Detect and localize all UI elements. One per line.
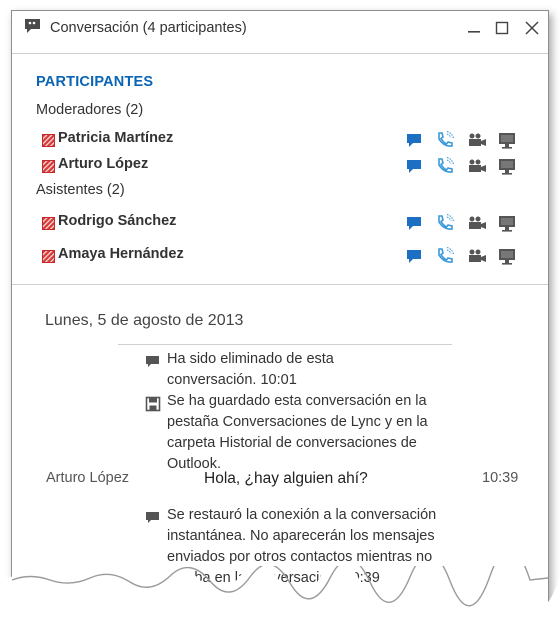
message-sender[interactable]: Arturo López bbox=[46, 470, 129, 486]
chat-icon[interactable] bbox=[405, 246, 425, 266]
chat-icon[interactable] bbox=[405, 156, 425, 176]
conversation-history: Lunes, 5 de agosto de 2013 Ha sido elimi… bbox=[12, 284, 548, 611]
close-button[interactable] bbox=[523, 19, 541, 37]
participant-actions bbox=[405, 130, 520, 150]
phone-icon[interactable] bbox=[435, 246, 455, 266]
chat-icon[interactable] bbox=[405, 213, 425, 233]
phone-icon[interactable] bbox=[435, 156, 455, 176]
chat-icon bbox=[145, 510, 161, 526]
message-line: pestaña Conversaciones de Lync y en la bbox=[167, 414, 428, 430]
save-icon bbox=[145, 396, 161, 412]
video-camera-icon[interactable] bbox=[467, 246, 487, 266]
maximize-button[interactable] bbox=[493, 19, 511, 37]
monitor-icon[interactable] bbox=[497, 246, 517, 266]
participant-actions bbox=[405, 156, 520, 176]
monitor-icon[interactable] bbox=[497, 130, 517, 150]
message-line: enviados por otros contactos mientras no bbox=[167, 549, 433, 565]
message-line: Se ha guardado esta conversación en la bbox=[167, 393, 427, 409]
message-line: Ha sido eliminado de esta bbox=[167, 351, 334, 367]
conversation-window: Conversación (4 participantes) PARTICIPA… bbox=[11, 10, 549, 612]
divider bbox=[118, 344, 452, 345]
video-camera-icon[interactable] bbox=[467, 130, 487, 150]
minimize-button[interactable] bbox=[465, 19, 483, 37]
participant-name: Rodrigo Sánchez bbox=[58, 213, 177, 229]
presence-icon bbox=[42, 250, 55, 263]
participant-name: Amaya Hernández bbox=[58, 246, 184, 262]
monitor-icon[interactable] bbox=[497, 156, 517, 176]
participant-name: Arturo López bbox=[58, 156, 149, 172]
chat-message-text: Hola, ¿hay alguien ahí? bbox=[204, 470, 368, 487]
video-camera-icon[interactable] bbox=[467, 213, 487, 233]
phone-icon[interactable] bbox=[435, 130, 455, 150]
participants-heading: PARTICIPANTES bbox=[36, 74, 154, 90]
moderators-label: Moderadores (2) bbox=[36, 102, 144, 118]
attendees-label: Asistentes (2) bbox=[36, 182, 125, 198]
presence-icon bbox=[42, 160, 55, 173]
window-title: Conversación (4 participantes) bbox=[50, 20, 247, 36]
participant-name: Patricia Martínez bbox=[58, 130, 174, 146]
message-line: carpeta Historial de conversaciones de bbox=[167, 435, 417, 451]
chat-icon[interactable] bbox=[405, 130, 425, 150]
video-camera-icon[interactable] bbox=[467, 156, 487, 176]
title-bar: Conversación (4 participantes) bbox=[12, 11, 548, 47]
presence-icon bbox=[42, 134, 55, 147]
phone-icon[interactable] bbox=[435, 213, 455, 233]
conversation-date: Lunes, 5 de agosto de 2013 bbox=[45, 312, 244, 329]
system-message: Ha sido eliminado de esta conversación. … bbox=[167, 349, 334, 391]
participant-actions bbox=[405, 246, 520, 266]
conversation-icon bbox=[24, 18, 44, 36]
message-line: instantánea. No aparecerán los mensajes bbox=[167, 528, 435, 544]
presence-icon bbox=[42, 217, 55, 230]
torn-edge bbox=[0, 566, 560, 624]
message-line: Se restauró la conexión a la conversació… bbox=[167, 507, 437, 523]
chat-icon bbox=[145, 354, 161, 370]
message-line: conversación. 10:01 bbox=[167, 372, 297, 388]
participants-panel: PARTICIPANTES Moderadores (2) Patricia M… bbox=[12, 53, 548, 285]
monitor-icon[interactable] bbox=[497, 213, 517, 233]
participant-actions bbox=[405, 213, 520, 233]
system-message: Se ha guardado esta conversación en la p… bbox=[167, 391, 428, 475]
message-time: 10:39 bbox=[482, 470, 519, 486]
